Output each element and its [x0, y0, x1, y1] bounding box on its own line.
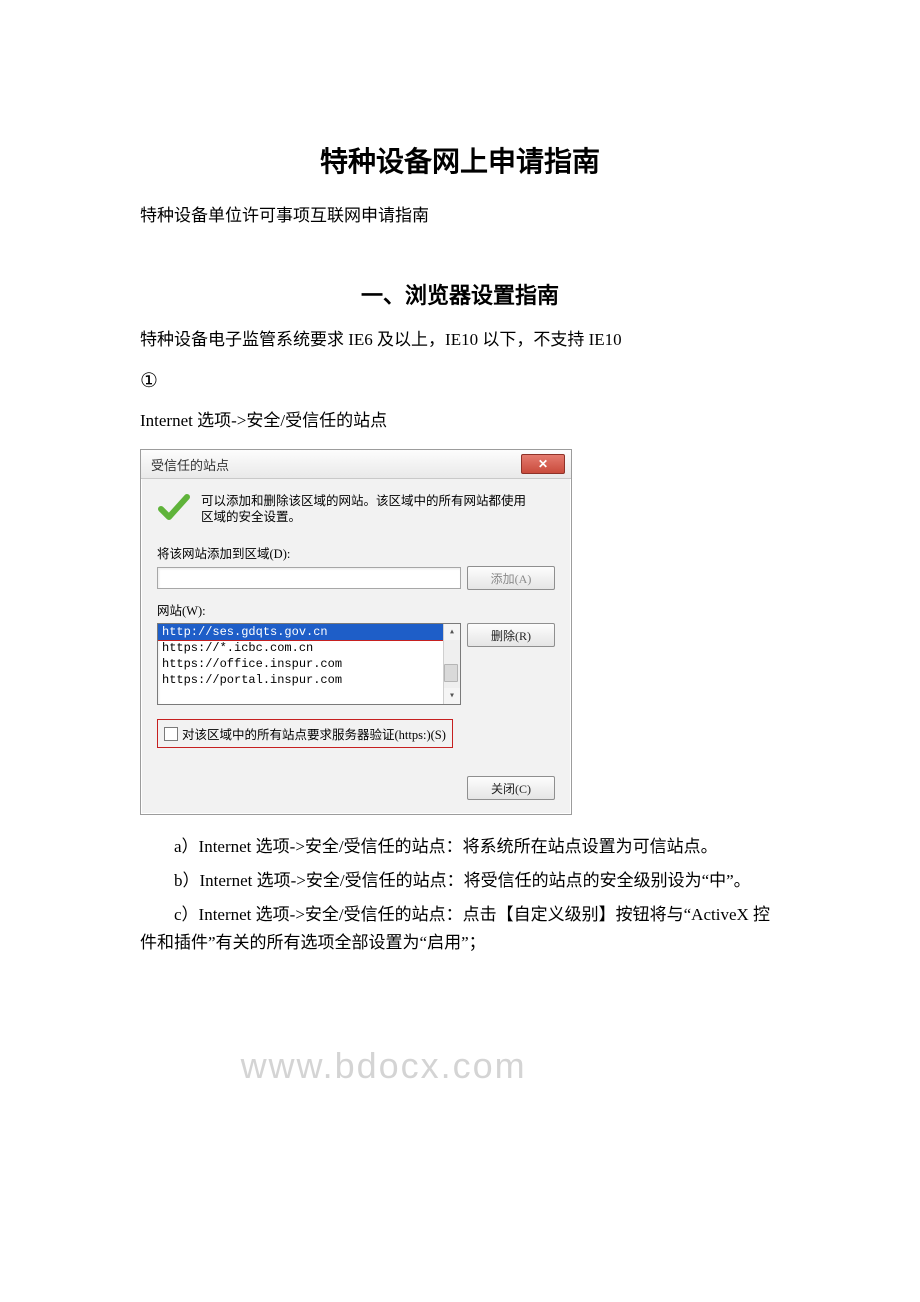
dialog-title: 受信任的站点 [151, 455, 521, 474]
listbox-scrollbar[interactable]: ▴ ▾ [443, 624, 460, 704]
document-subtitle: 特种设备单位许可事项互联网申请指南 [140, 202, 780, 230]
close-icon: ✕ [538, 458, 548, 470]
list-item[interactable]: https://portal.inspur.com [158, 672, 460, 688]
instruction-c: c）Internet 选项->安全/受信任的站点：点击【自定义级别】按钮将与“A… [140, 901, 780, 957]
instruction-b: b）Internet 选项->安全/受信任的站点：将受信任的站点的安全级别设为“… [140, 867, 780, 895]
trusted-sites-dialog: 受信任的站点 ✕ 可以添加和删除该区域的网站。该区域中的所有网站都使用区域的安全… [140, 449, 572, 815]
sites-label: 网站(W): [157, 600, 555, 619]
scroll-thumb[interactable] [444, 664, 458, 682]
instruction-a: a）Internet 选项->安全/受信任的站点：将系统所在站点设置为可信站点。 [140, 833, 780, 861]
checkmark-icon [157, 493, 191, 523]
section-1-heading: 一、浏览器设置指南 [140, 278, 780, 310]
dialog-info-text: 可以添加和删除该区域的网站。该区域中的所有网站都使用区域的安全设置。 [201, 493, 531, 525]
checkbox-icon[interactable] [164, 727, 178, 741]
scroll-down-icon[interactable]: ▾ [444, 688, 460, 704]
list-item[interactable]: https://office.inspur.com [158, 656, 460, 672]
watermark-text: www.bdocx.com [241, 1045, 527, 1087]
sites-listbox[interactable]: http://ses.gdqts.gov.cn https://*.icbc.c… [157, 623, 461, 705]
add-button[interactable]: 添加(A) [467, 566, 555, 590]
step-path-text: Internet 选项->安全/受信任的站点 [140, 407, 780, 435]
ie-requirement-text: 特种设备电子监管系统要求 IE6 及以上，IE10 以下，不支持 IE10 [140, 326, 780, 354]
step-marker: ① [140, 368, 780, 393]
scroll-up-icon[interactable]: ▴ [444, 624, 460, 640]
add-site-input[interactable] [157, 567, 461, 589]
close-button[interactable]: 关闭(C) [467, 776, 555, 800]
dialog-titlebar: 受信任的站点 ✕ [141, 450, 571, 479]
document-title: 特种设备网上申请指南 [140, 140, 780, 180]
https-verify-checkbox-row[interactable]: 对该区域中的所有站点要求服务器验证(https:)(S) [157, 719, 453, 748]
window-close-button[interactable]: ✕ [521, 454, 565, 474]
list-item[interactable]: http://ses.gdqts.gov.cn [157, 623, 461, 641]
remove-button[interactable]: 删除(R) [467, 623, 555, 647]
https-verify-label: 对该区域中的所有站点要求服务器验证(https:)(S) [182, 724, 446, 743]
list-item[interactable]: https://*.icbc.com.cn [158, 640, 460, 656]
add-site-label: 将该网站添加到区域(D): [157, 543, 555, 562]
